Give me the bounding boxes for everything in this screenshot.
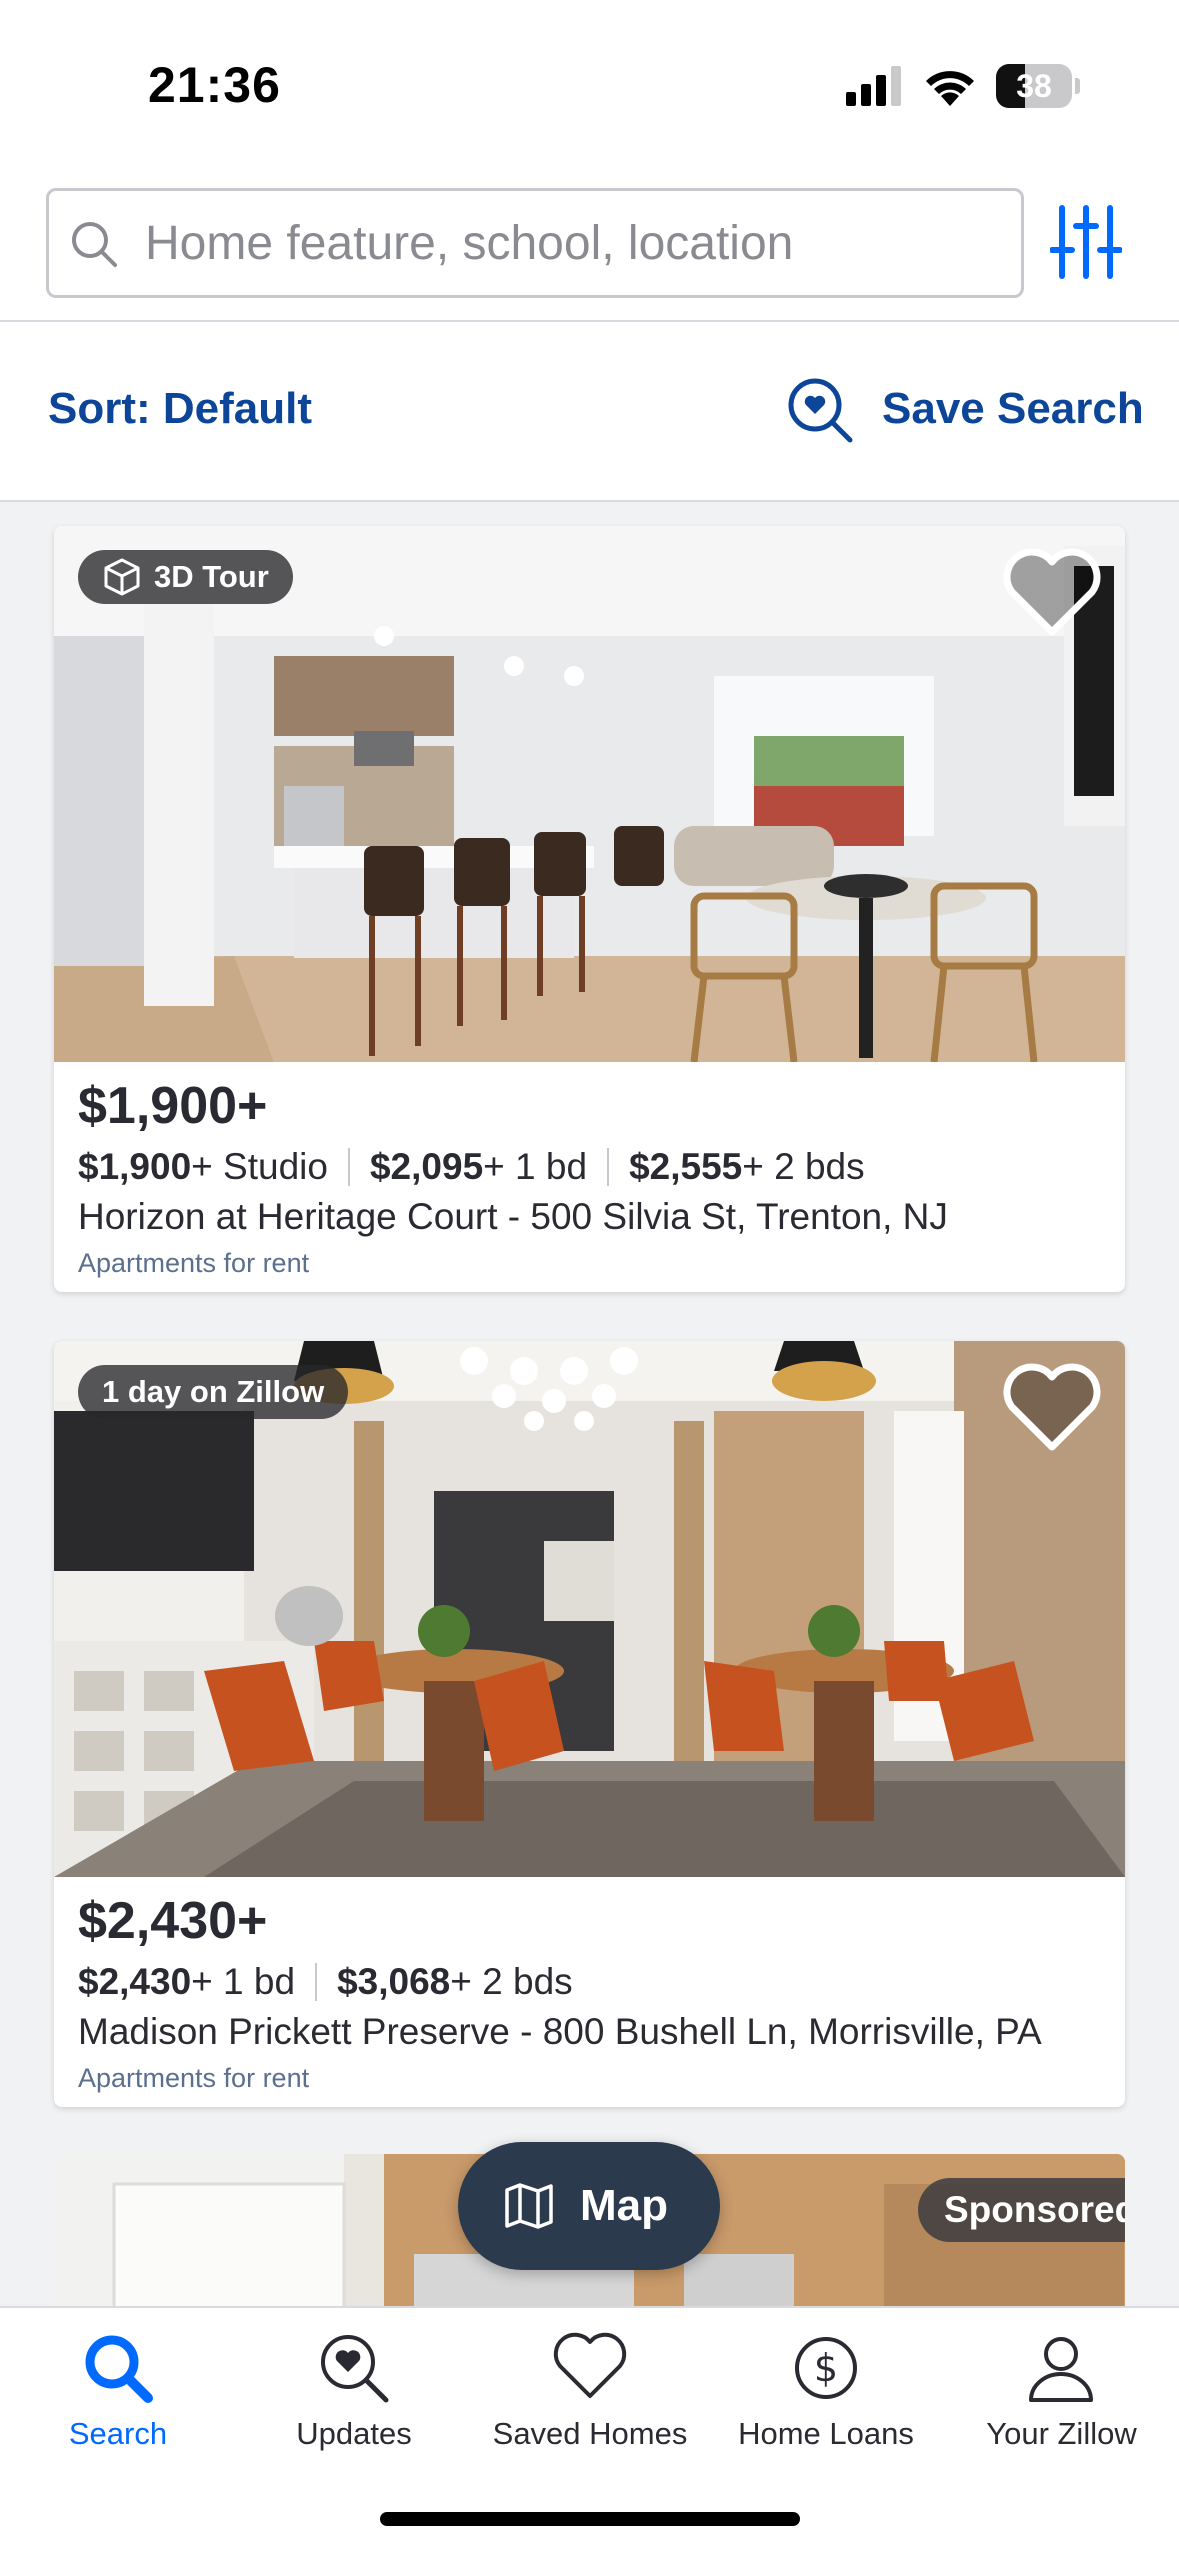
status-time: 21:36 (148, 57, 281, 113)
sort-button[interactable]: Sort: Default (48, 384, 312, 434)
search-heart-icon (321, 2335, 389, 2403)
wifi-icon (926, 71, 974, 106)
listing-badge: 1 day on Zillow (78, 1365, 349, 1419)
cube-icon (104, 558, 140, 596)
divider (607, 1148, 610, 1186)
map-label: Map (580, 2181, 668, 2230)
listing-card[interactable]: 1 day on Zillow $2,430+ $2,430 + 1 bd $3… (54, 1341, 1125, 2107)
unit-type: + Studio (191, 1146, 328, 1187)
map-icon (505, 2183, 553, 2229)
listing-address: Horizon at Heritage Court - 500 Silvia S… (78, 1196, 948, 1237)
unit-price: $2,095 (369, 1146, 484, 1187)
listing-address: Madison Prickett Preserve - 800 Bushell … (78, 2011, 1042, 2052)
unit-type: + 1 bd (191, 1961, 296, 2002)
heart-icon[interactable] (1002, 548, 1102, 640)
listing-type: Apartments for rent (78, 1248, 310, 1278)
tab-home-loans[interactable]: $ Home Loans (708, 2308, 944, 2458)
search-icon (72, 222, 117, 267)
save-search-button[interactable]: Save Search (786, 366, 1144, 446)
status-bar: 21:36 38 (0, 0, 1179, 160)
search-icon (85, 2335, 153, 2403)
listing-type: Apartments for rent (78, 2063, 310, 2093)
unit-price-list: $1,900 + Studio $2,095 + 1 bd $2,555 + 2… (78, 1146, 865, 1188)
tab-saved-homes[interactable]: Saved Homes (472, 2308, 708, 2458)
listing-badge-label: 1 day on Zillow (102, 1374, 325, 1409)
search-box[interactable] (46, 188, 1024, 298)
unit-type: + 1 bd (483, 1146, 588, 1187)
map-button[interactable]: Map (458, 2142, 720, 2270)
battery-level: 38 (1016, 68, 1052, 104)
listing-photo[interactable]: 3D Tour (54, 526, 1125, 1062)
listing-photo[interactable]: 1 day on Zillow (54, 1341, 1125, 1877)
sort-bar: Sort: Default Save Search (0, 322, 1179, 502)
unit-type: + 2 bds (450, 1961, 573, 2002)
battery-icon: 38 (996, 64, 1080, 108)
unit-type: + 2 bds (742, 1146, 865, 1187)
tab-updates[interactable]: Updates (236, 2308, 472, 2458)
search-header (0, 160, 1179, 322)
listing-price: $2,430+ (78, 1892, 268, 1950)
search-heart-icon (788, 378, 853, 443)
unit-price: $3,068 (337, 1961, 451, 2002)
unit-price: $1,900 (78, 1146, 192, 1187)
listing-card[interactable]: 3D Tour $1,900+ $1,900 + Studio $2,095 +… (54, 526, 1125, 1292)
listing-badge-label: 3D Tour (154, 559, 269, 594)
tab-label: Home Loans (738, 2416, 914, 2451)
divider (315, 1963, 318, 2001)
cellular-signal-icon (846, 66, 901, 106)
dollar-circle-icon: $ (795, 2337, 857, 2399)
tab-label: Updates (296, 2416, 412, 2451)
filter-sliders-icon[interactable] (1050, 204, 1122, 280)
tab-label: Your Zillow (986, 2416, 1137, 2451)
person-icon (1029, 2337, 1093, 2402)
listing-price: $1,900+ (78, 1077, 268, 1135)
tab-your-zillow[interactable]: Your Zillow (944, 2308, 1179, 2458)
unit-price: $2,430 (78, 1961, 192, 2002)
tab-search[interactable]: Search (0, 2308, 236, 2458)
tab-label: Search (68, 2416, 168, 2451)
search-input[interactable] (145, 191, 1005, 295)
unit-price: $2,555 (629, 1146, 743, 1187)
home-indicator[interactable] (380, 2512, 800, 2526)
tab-label: Saved Homes (492, 2416, 688, 2451)
save-search-label: Save Search (882, 384, 1144, 433)
svg-text:$: $ (814, 2346, 838, 2390)
listing-badge: 3D Tour (78, 550, 293, 604)
divider (347, 1148, 350, 1186)
heart-icon[interactable] (1002, 1363, 1102, 1455)
sponsored-badge: Sponsored (918, 2178, 1125, 2242)
heart-icon (553, 2332, 627, 2398)
unit-price-list: $2,430 + 1 bd $3,068 + 2 bds (78, 1961, 573, 2003)
